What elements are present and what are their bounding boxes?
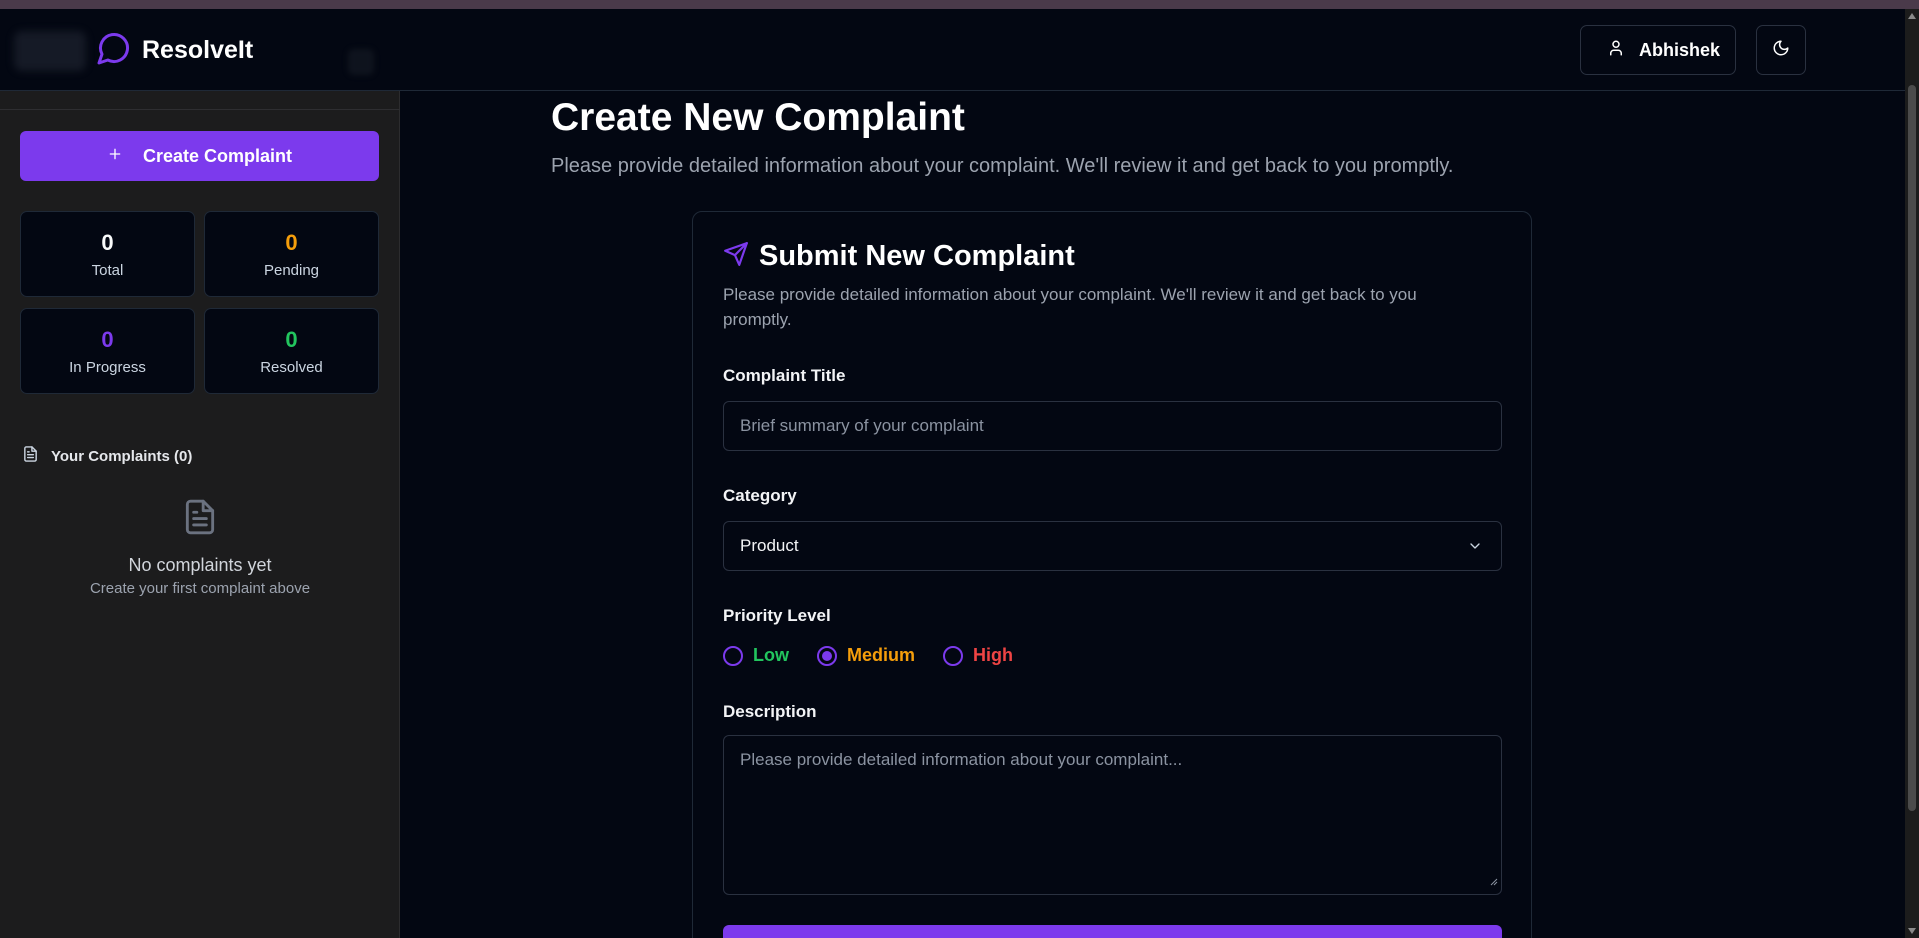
description-label: Description [723, 702, 817, 721]
stat-label: Resolved [260, 358, 323, 376]
stat-value: 0 [285, 326, 298, 352]
stat-value: 0 [285, 229, 298, 255]
stat-resolved: 0 Resolved [204, 308, 379, 394]
user-name: Abhishek [1639, 39, 1721, 60]
app-header: ResolveIt Abhishek [0, 9, 1905, 91]
user-menu-button[interactable]: Abhishek [1580, 25, 1736, 75]
radio-low[interactable] [723, 645, 743, 666]
title-label: Complaint Title [723, 366, 846, 385]
send-icon [723, 241, 749, 272]
priority-low-label: Low [753, 645, 789, 665]
sidebar: Create Complaint 0 Total 0 Pending 0 In … [0, 91, 400, 938]
category-label: Category [723, 486, 797, 505]
stat-pending: 0 Pending [204, 211, 379, 297]
blurred-icon [348, 49, 374, 75]
stat-value: 0 [101, 326, 114, 352]
your-complaints-heading: Your Complaints (0) [22, 445, 192, 467]
stat-total: 0 Total [20, 211, 195, 297]
empty-title: No complaints yet [128, 555, 272, 575]
title-input[interactable]: Brief summary of your complaint [723, 401, 1502, 451]
stat-value: 0 [101, 229, 114, 255]
stat-in-progress: 0 In Progress [20, 308, 195, 394]
brand[interactable]: ResolveIt [96, 31, 253, 69]
create-complaint-label: Create Complaint [142, 145, 293, 166]
chat-bubble-icon [96, 30, 132, 71]
scroll-thumb[interactable] [1908, 85, 1916, 811]
resize-grip-icon[interactable] [1490, 871, 1498, 891]
moon-icon [1772, 39, 1790, 62]
chevron-down-icon [1467, 538, 1483, 559]
priority-label: Priority Level [723, 606, 831, 625]
sidebar-divider [0, 109, 400, 110]
page-subtitle: Please provide detailed information abou… [551, 155, 1454, 177]
brand-name: ResolveIt [142, 35, 254, 64]
priority-high[interactable]: High [943, 645, 1013, 666]
document-icon [181, 499, 219, 542]
scrollbar[interactable] [1905, 9, 1919, 938]
priority-medium-label: Medium [847, 645, 916, 665]
description-placeholder: Please provide detailed information abou… [740, 750, 1183, 769]
user-icon [1607, 39, 1625, 62]
stat-label: Total [91, 261, 124, 279]
form-title: Submit New Complaint [759, 240, 1075, 272]
form-description: Please provide detailed information abou… [723, 285, 1417, 329]
priority-medium[interactable]: Medium [817, 645, 915, 666]
file-text-icon [22, 445, 39, 467]
page-title: Create New Complaint [551, 96, 965, 139]
scroll-down-arrow[interactable] [1908, 928, 1916, 934]
submit-button[interactable] [723, 925, 1502, 938]
form-header: Submit New Complaint [723, 240, 1075, 273]
empty-state: No complaints yet Create your first comp… [0, 496, 400, 597]
blurred-sidebar-toggle[interactable] [14, 31, 86, 71]
scroll-up-arrow[interactable] [1908, 13, 1916, 19]
priority-radio-group: Low Medium High [723, 645, 1013, 666]
empty-subtitle: Create your first complaint above [89, 580, 311, 597]
stat-label: In Progress [69, 358, 146, 376]
browser-top-strip [0, 0, 1919, 9]
title-placeholder: Brief summary of your complaint [740, 416, 984, 435]
create-complaint-button[interactable]: Create Complaint [20, 131, 379, 181]
category-value: Product [740, 536, 799, 555]
priority-high-label: High [973, 645, 1014, 665]
radio-high[interactable] [943, 645, 964, 666]
radio-medium[interactable] [817, 645, 837, 666]
theme-toggle-button[interactable] [1756, 25, 1806, 75]
plus-icon [107, 146, 123, 167]
stat-label: Pending [263, 261, 320, 279]
your-complaints-label: Your Complaints (0) [51, 447, 193, 465]
description-textarea[interactable]: Please provide detailed information abou… [723, 735, 1502, 895]
priority-low[interactable]: Low [723, 645, 789, 666]
category-select[interactable]: Product [723, 521, 1502, 571]
radio-selected-dot [822, 650, 832, 661]
complaint-form-card: Submit New Complaint Please provide deta… [692, 211, 1532, 938]
